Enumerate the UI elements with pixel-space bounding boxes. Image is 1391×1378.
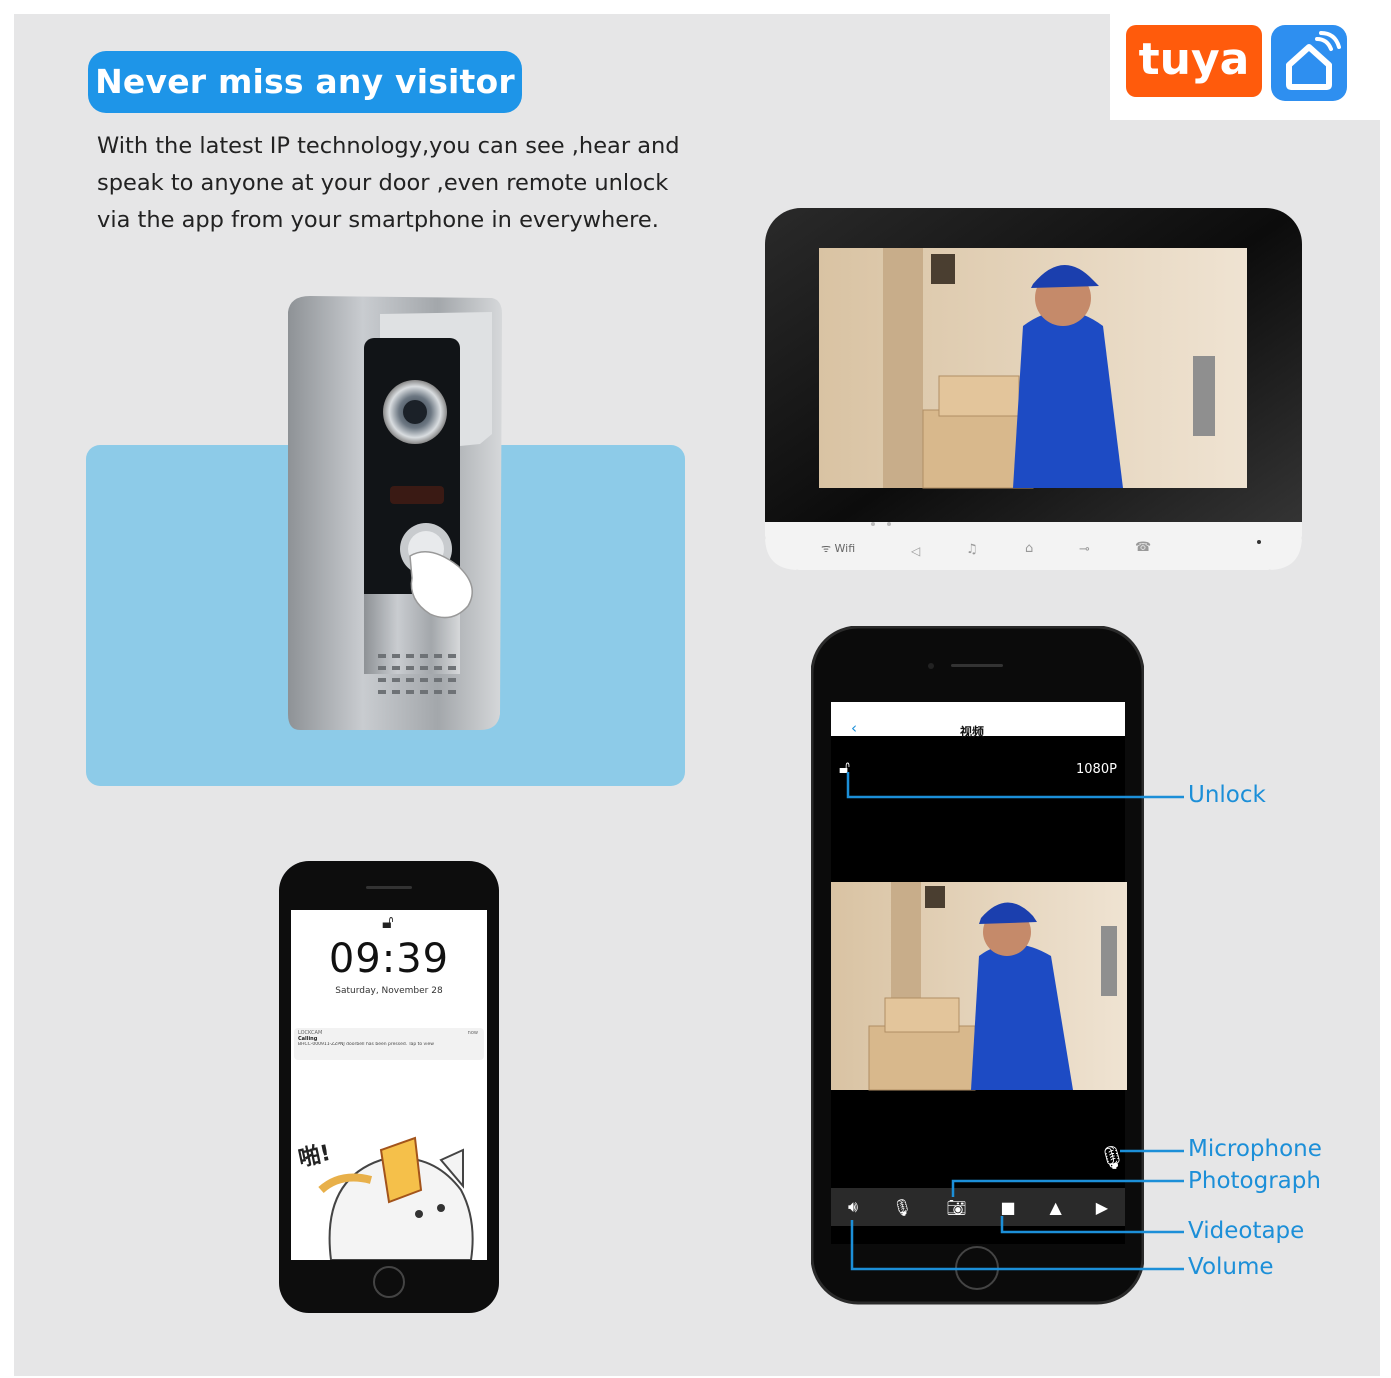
resolution-label[interactable]: 1080P [1076,762,1117,777]
outdoor-doorbell-unit [280,294,505,734]
music-icon[interactable]: ♫ [966,542,978,557]
camera-icon[interactable]: 📷︎ [946,1198,966,1217]
sticker-text: 啪! [296,1140,333,1173]
wifi-indicator: ᯤ Wifi [821,541,855,556]
back-chevron-icon[interactable]: ‹ [851,719,857,737]
description-line: via the app from your smartphone in ever… [97,207,659,233]
smartphone-app: ‹ 视频 🔓︎ 1080P 🎙︎ 🔊︎ 🎙︎ 📷︎ ■ ▲ ▶ [811,626,1144,1316]
description-line: speak to anyone at your door ,even remot… [97,170,669,196]
microphone-icon[interactable]: 🎙︎ [892,1198,912,1217]
indoor-monitor: ᯤ Wifi ◁ ♫ ⌂ ⊸ ☎ [763,206,1304,572]
callout-volume: Volume [1188,1254,1274,1280]
key-icon[interactable]: ⊸ [1079,542,1090,557]
home-icon [1271,25,1347,101]
app-title: 视频 [960,725,985,739]
description-line: With the latest IP technology,you can se… [97,133,680,159]
callout-videotape: Videotape [1188,1218,1305,1244]
control-toolbar: 🔊︎ 🎙︎ 📷︎ ■ ▲ ▶ [831,1188,1125,1226]
microphone-icon[interactable]: 🎙︎ [1098,1146,1126,1171]
callout-unlock: Unlock [1188,782,1266,808]
tuya-wordmark-text: tuya [1138,34,1250,85]
callout-photograph: Photograph [1188,1168,1321,1194]
volume-icon[interactable]: 🔊︎ [848,1197,858,1217]
headline-banner: Never miss any visitor [88,51,522,113]
wifi-label: Wifi [834,542,856,555]
unlock-icon[interactable]: 🔓︎ [839,758,850,778]
notification-body: BHCC-000911-ZZPNJ doorbell has been pres… [298,1042,434,1047]
bell-icon[interactable]: ⌂ [1025,541,1033,556]
notification-card[interactable]: LOCKCAM now Calling BHCC-000911-ZZPNJ do… [298,1030,478,1047]
lock-icon: 🔓︎ [382,912,394,933]
video-icon[interactable]: ■ [1000,1198,1015,1217]
smartphone-lockscreen: 🔓︎ 09:39 Saturday, November 28 LOCKCAM n… [278,860,500,1314]
lock-date: Saturday, November 28 [335,986,443,996]
notification-time: now [467,1030,478,1036]
description: With the latest IP technology,you can se… [97,128,697,239]
callout-microphone: Microphone [1188,1136,1322,1162]
product-banner: Never miss any visitor With the latest I… [14,14,1380,1376]
speaker-mute-icon[interactable]: ◁ [911,544,920,558]
mirror-icon[interactable]: ▲ [1049,1198,1061,1217]
play-icon[interactable]: ▶ [1096,1198,1108,1217]
brand-logo: tuya [1110,14,1380,120]
tuya-wordmark: tuya [1126,25,1262,97]
phone-hangup-icon[interactable]: ☎ [1135,540,1151,555]
lock-time: 09:39 [328,936,450,982]
wifi-icon: ᯤ [821,542,832,555]
